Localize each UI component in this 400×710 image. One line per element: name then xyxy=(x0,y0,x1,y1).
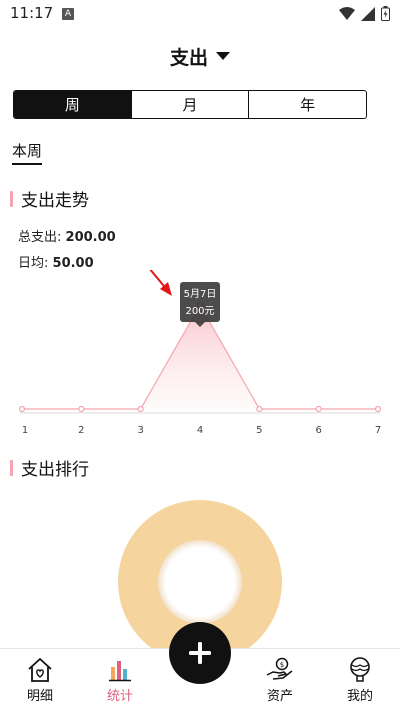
x-tick-label: 5 xyxy=(256,425,262,436)
wifi-icon xyxy=(339,6,355,20)
section-accent-bar xyxy=(10,190,13,207)
status-bar: 11:17 A xyxy=(0,0,400,28)
trend-chart: 1 2 3 4 5 6 7 5月7日 200元 xyxy=(18,270,382,436)
data-point[interactable] xyxy=(374,405,382,413)
nav-item-details[interactable]: 明细 xyxy=(10,657,70,704)
total-value: 200.00 xyxy=(65,230,116,245)
x-tick-label: 2 xyxy=(78,425,84,436)
nav-label: 明细 xyxy=(26,689,53,704)
data-point[interactable] xyxy=(256,405,263,413)
ranking-section-title: 支出排行 xyxy=(10,455,89,480)
section-accent-bar xyxy=(10,459,13,476)
x-tick-label: 7 xyxy=(375,425,381,436)
status-icons xyxy=(339,6,390,21)
ranking-title: 支出排行 xyxy=(21,460,89,480)
hand-coin-icon: $ xyxy=(266,657,293,680)
nav-label: 资产 xyxy=(266,689,293,704)
balloon-icon xyxy=(350,657,370,682)
period-segment-control: 周 月 年 xyxy=(13,90,367,119)
battery-icon xyxy=(381,6,390,21)
x-tick-label: 6 xyxy=(315,425,321,436)
daily-average: 日均: 50.00 xyxy=(18,252,94,271)
segment-week[interactable]: 周 xyxy=(14,91,132,118)
red-arrow-annotation xyxy=(149,270,172,296)
trend-title: 支出走势 xyxy=(21,191,89,211)
total-label: 总支出: xyxy=(18,230,62,245)
data-point[interactable] xyxy=(315,405,322,413)
x-tick-label: 1 xyxy=(22,425,28,436)
average-value: 50.00 xyxy=(52,256,94,271)
total-expense: 总支出: 200.00 xyxy=(18,226,116,245)
donut-hole xyxy=(158,540,242,624)
status-time: 11:17 xyxy=(10,4,54,22)
tab-this-week[interactable]: 本周 xyxy=(12,140,42,161)
data-point[interactable] xyxy=(78,405,85,413)
segment-month[interactable]: 月 xyxy=(132,91,250,118)
chart-tooltip: 5月7日 200元 xyxy=(180,282,220,327)
notification-icon: A xyxy=(62,8,74,20)
average-label: 日均: xyxy=(18,256,49,271)
bar-chart-icon xyxy=(109,661,131,682)
tooltip-date: 5月7日 xyxy=(184,288,217,300)
page-title: 支出 xyxy=(169,46,208,69)
segment-year[interactable]: 年 xyxy=(249,91,366,118)
data-point[interactable] xyxy=(18,405,26,413)
nav-item-assets[interactable]: $ 资产 xyxy=(250,657,310,704)
nav-item-mine[interactable]: 我的 xyxy=(330,657,390,704)
nav-item-stats[interactable]: 统计 xyxy=(90,657,150,704)
nav-label: 我的 xyxy=(346,689,373,704)
nav-label: 统计 xyxy=(106,689,133,704)
x-tick-label: 3 xyxy=(137,425,143,436)
tooltip-value: 200元 xyxy=(185,306,214,317)
signal-icon xyxy=(361,6,375,21)
plus-icon xyxy=(189,642,211,664)
data-point[interactable] xyxy=(137,405,144,413)
house-heart-icon xyxy=(28,658,52,682)
caret-down-icon xyxy=(216,51,230,60)
x-tick-label: 4 xyxy=(197,425,203,436)
trend-section-title: 支出走势 xyxy=(10,186,89,211)
svg-text:$: $ xyxy=(280,661,284,669)
tab-underline xyxy=(12,163,42,165)
add-record-button[interactable] xyxy=(169,622,231,684)
header-dropdown[interactable]: 支出 xyxy=(0,40,400,72)
